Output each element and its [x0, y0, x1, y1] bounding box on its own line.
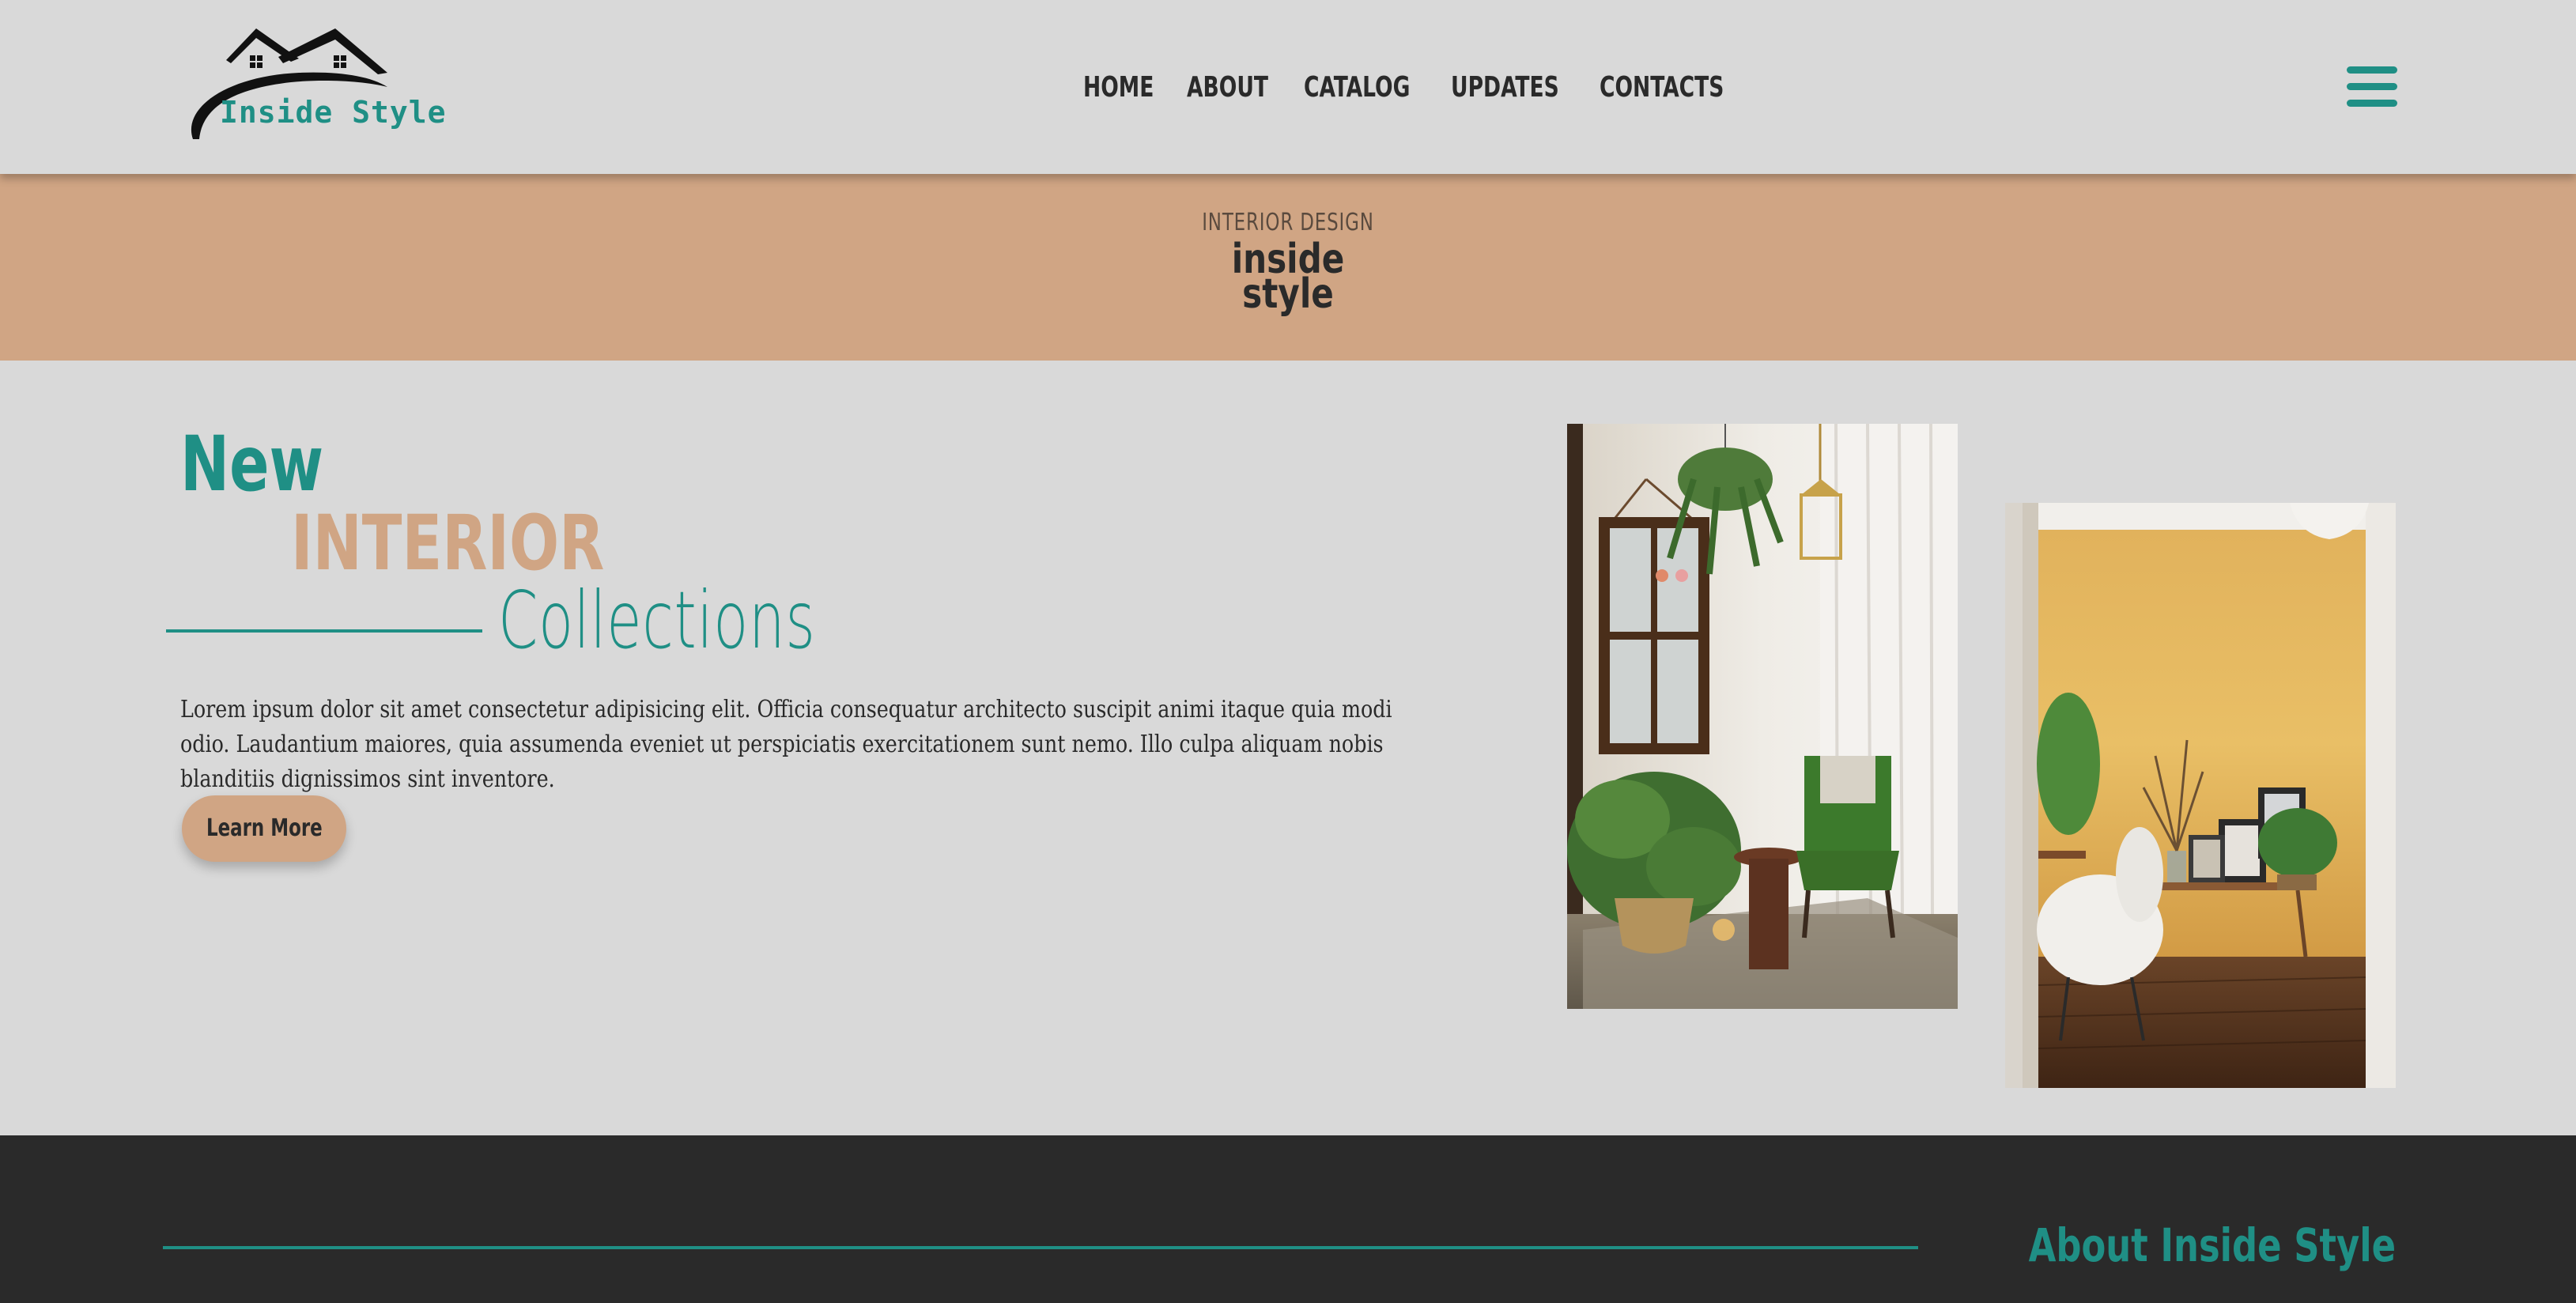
hero-divider: [166, 629, 482, 633]
learn-more-button[interactable]: Learn More: [182, 795, 346, 862]
nav-contacts[interactable]: CONTACTS: [1600, 68, 1724, 108]
hamburger-menu-icon[interactable]: [2347, 66, 2397, 108]
logo-text: Inside Style: [220, 95, 447, 130]
nav-about[interactable]: ABOUT: [1187, 68, 1268, 108]
footer-about-title: About Inside Style: [2028, 1218, 2396, 1272]
site-header: Inside Style HOME ABOUT CATALOG UPDATES …: [0, 0, 2576, 174]
main-nav: HOME ABOUT CATALOG UPDATES CONTACTS: [1083, 68, 1737, 108]
nav-home[interactable]: HOME: [1083, 68, 1154, 108]
interior-photo-corner: [1567, 424, 1958, 1009]
banner-subtitle: INTERIOR DESIGN: [1202, 209, 1374, 236]
hero-heading-new: New: [180, 420, 324, 508]
logo[interactable]: Inside Style: [180, 21, 446, 144]
site-footer: About Inside Style: [0, 1135, 2576, 1303]
nav-updates[interactable]: UPDATES: [1451, 68, 1559, 108]
footer-divider: [163, 1246, 1918, 1249]
hero-section: New INTERIOR Collections Lorem ipsum dol…: [0, 361, 2576, 1135]
banner-title: inside style: [1231, 236, 1345, 318]
hero-heading-collections: Collections: [498, 574, 816, 667]
nav-catalog[interactable]: CATALOG: [1304, 68, 1410, 108]
interior-photo-yellow-room: [2005, 503, 2396, 1088]
hero-body-text: Lorem ipsum dolor sit amet consectetur a…: [180, 696, 1392, 793]
banner: INTERIOR DESIGN inside style: [0, 174, 2576, 361]
